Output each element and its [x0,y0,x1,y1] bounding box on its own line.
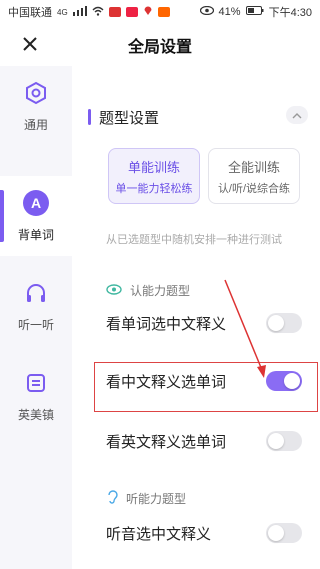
option-toggle[interactable] [266,523,302,543]
sidebar-item-label: 背单词 [17,227,54,242]
location-icon [143,5,153,19]
section-accent-bar [88,109,91,125]
book-icon [23,370,49,396]
sidebar-item-label: 英美镇 [17,407,54,422]
close-button[interactable] [16,32,44,60]
hint-text: 从已选题型中随机安排一种进行测试 [106,234,282,246]
signal-icon [72,5,87,19]
mode-title: 单能训练 [127,159,180,175]
nav-bar: 全局设置 [0,24,320,66]
headphones-icon [23,280,49,306]
sidebar-item-label: 通用 [23,117,48,132]
toggle-knob [268,433,284,449]
group-listening: 听能力题型 [106,490,186,507]
app-notification-icon [108,7,121,17]
annotation-highlight-box [94,362,318,412]
chevron-up-icon [292,106,302,124]
option-toggle[interactable] [266,313,302,333]
eye-icon [106,283,122,298]
mode-subtitle: 单一能力轻松练 [115,182,193,195]
option-row[interactable]: 听音选中文释义 [106,518,302,548]
toggle-knob [268,315,284,331]
group-recognition: 认能力题型 [106,282,190,299]
carrier-label: 中国联通 [8,7,52,19]
sidebar-item-vocabulary[interactable]: A 背单词 [0,176,72,256]
sidebar-item-listening[interactable]: 听一听 [0,266,72,346]
sidebar-item-general[interactable]: 通用 [0,66,72,146]
sidebar-item-label: 听一听 [17,317,54,332]
eye-comfort-icon [199,5,214,18]
mode-single-training[interactable]: 单能训练 单一能力轻松练 [108,148,200,204]
ear-icon [106,490,118,507]
letter-a-icon: A [23,189,49,216]
collapse-button[interactable] [286,106,308,124]
status-bar: 中国联通 4G 41% 下午4:30 [0,0,320,24]
section-title: 题型设置 [99,109,160,127]
sidebar-item-town[interactable]: 英美镇 [0,356,72,436]
group-label-text: 认能力题型 [130,284,191,298]
mode-full-training[interactable]: 全能训练 认/听/说综合练 [208,148,300,204]
battery-icon [245,6,264,18]
mode-title: 全能训练 [227,159,280,175]
wifi-icon [92,6,104,19]
option-row[interactable]: 看英文释义选单词 [106,426,302,456]
hexagon-gear-icon [23,80,49,106]
battery-level: 41% [218,6,241,18]
mode-subtitle: 认/听/说综合练 [217,182,291,195]
sidebar: 通用 A 背单词 听一听 英美镇 [0,66,72,569]
app-notification-icon [157,7,170,17]
option-label: 看英文释义选单词 [106,433,227,451]
option-row[interactable]: 看单词选中文释义 [106,308,302,338]
toggle-knob [268,525,284,541]
network-label: 4G [57,7,68,17]
page-title: 全局设置 [127,39,192,56]
option-label: 听音选中文释义 [106,525,212,543]
clock: 下午4:30 [268,7,312,19]
option-toggle[interactable] [266,431,302,451]
group-label-text: 听能力题型 [126,492,187,506]
option-label: 看单词选中文释义 [106,315,227,333]
close-icon [22,36,38,57]
section-header: 题型设置 [88,106,308,128]
settings-content: 题型设置 单能训练 单一能力轻松练 全能训练 认/听/说综合练 从已选题型中随机… [72,66,320,569]
app-notification-icon [125,7,138,17]
